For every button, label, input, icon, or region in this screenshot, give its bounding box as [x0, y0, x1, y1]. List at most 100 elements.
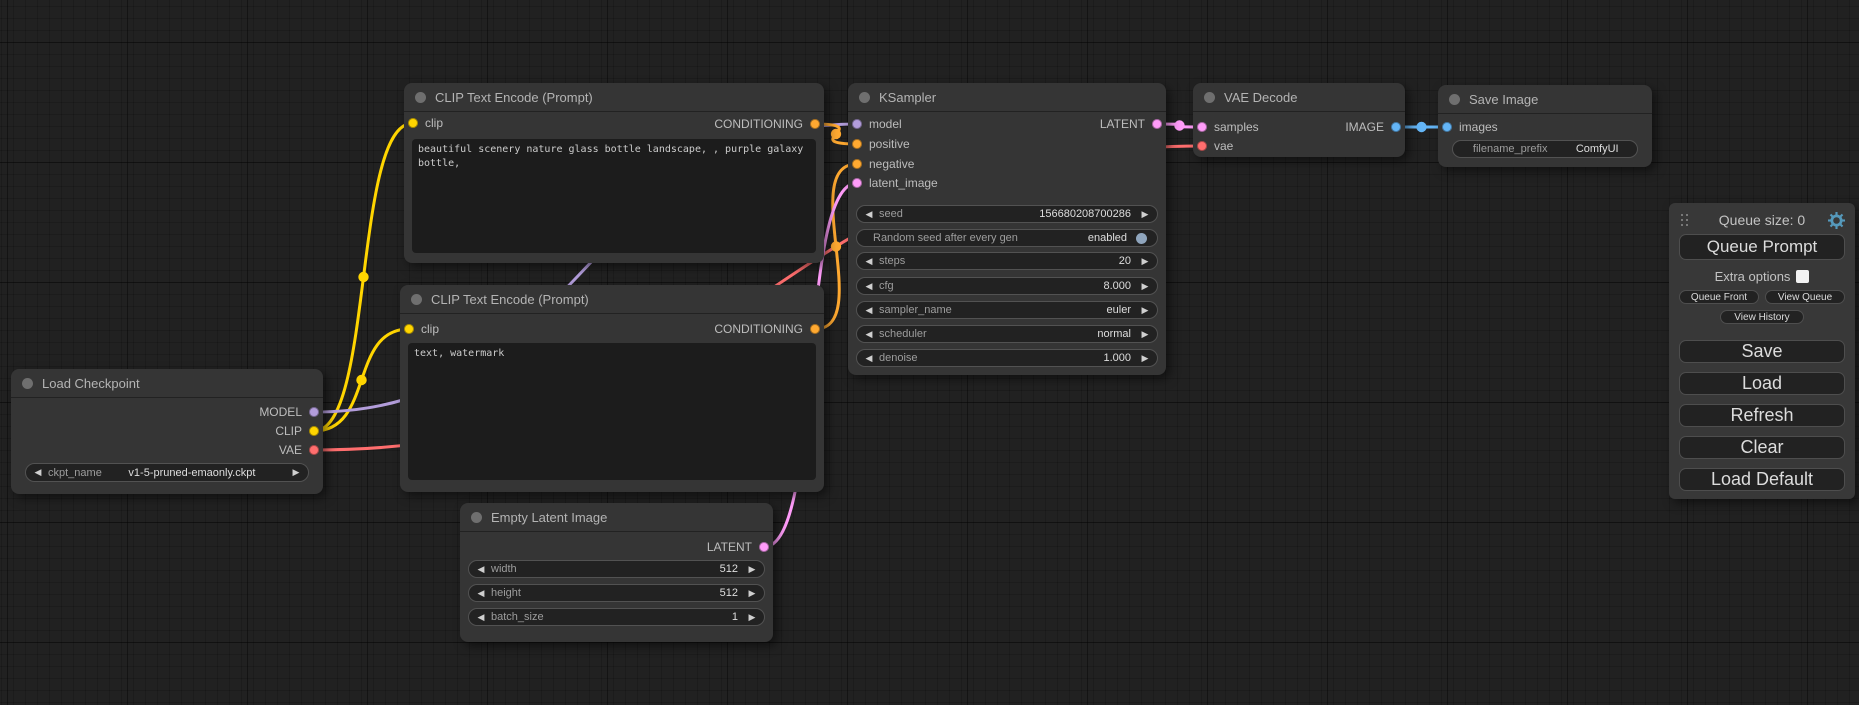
- ckpt-name-widget[interactable]: ◀ ckpt_name v1-5-pruned-emaonly.ckpt ▶: [25, 463, 309, 482]
- conditioning-output-port[interactable]: [810, 324, 820, 334]
- negative-input-port[interactable]: [852, 159, 862, 169]
- extra-options-checkbox[interactable]: [1796, 270, 1809, 283]
- refresh-button[interactable]: Refresh: [1679, 404, 1845, 427]
- input-slot-samples: samples: [1197, 117, 1259, 137]
- node-title-bar[interactable]: CLIP Text Encode (Prompt): [404, 83, 824, 112]
- view-queue-button[interactable]: View Queue: [1765, 290, 1845, 304]
- latent-image-input-port[interactable]: [852, 178, 862, 188]
- vae-input-port[interactable]: [1197, 141, 1207, 151]
- node-ksampler[interactable]: KSampler model positive negative latent_…: [848, 83, 1166, 375]
- slot-label: IMAGE: [1345, 120, 1384, 134]
- collapse-dot-icon[interactable]: [471, 512, 482, 523]
- model-output-port[interactable]: [309, 407, 319, 417]
- sampler-name-widget[interactable]: ◀ sampler_name euler ▶: [856, 301, 1158, 319]
- width-widget[interactable]: ◀ width 512 ▶: [468, 560, 765, 578]
- toggle-dot-icon[interactable]: [1136, 233, 1147, 244]
- decrement-arrow-icon[interactable]: ◀: [862, 257, 876, 266]
- extra-options-label: Extra options: [1715, 269, 1791, 284]
- node-save-image[interactable]: Save Image images filename_prefix ComfyU…: [1438, 85, 1652, 167]
- node-title-bar[interactable]: KSampler: [848, 83, 1166, 112]
- settings-gear-icon[interactable]: [1828, 212, 1845, 229]
- slot-label: clip: [425, 116, 443, 130]
- node-graph-canvas[interactable]: Load Checkpoint MODEL CLIP VAE ◀ ckpt_na…: [0, 0, 1859, 705]
- node-title-bar[interactable]: Save Image: [1438, 85, 1652, 114]
- decrement-arrow-icon[interactable]: ◀: [862, 306, 876, 315]
- increment-arrow-icon[interactable]: ▶: [1138, 306, 1152, 315]
- denoise-widget[interactable]: ◀ denoise 1.000 ▶: [856, 349, 1158, 367]
- slot-label: MODEL: [259, 405, 302, 419]
- scheduler-widget[interactable]: ◀ scheduler normal ▶: [856, 325, 1158, 343]
- batch-size-widget[interactable]: ◀ batch_size 1 ▶: [468, 608, 765, 626]
- view-history-button[interactable]: View History: [1720, 310, 1804, 324]
- node-clip-text-encode-positive[interactable]: CLIP Text Encode (Prompt) clip CONDITION…: [404, 83, 824, 263]
- positive-input-port[interactable]: [852, 139, 862, 149]
- widget-label: seed: [876, 208, 903, 220]
- slot-label: latent_image: [869, 176, 938, 190]
- decrement-arrow-icon[interactable]: ◀: [474, 589, 488, 598]
- node-vae-decode[interactable]: VAE Decode samples vae IMAGE: [1193, 83, 1405, 157]
- widget-label: scheduler: [876, 328, 927, 340]
- link-midpoint-dot: [1174, 120, 1184, 130]
- increment-arrow-icon[interactable]: ▶: [1138, 257, 1152, 266]
- collapse-dot-icon[interactable]: [1449, 94, 1460, 105]
- clear-button[interactable]: Clear: [1679, 436, 1845, 459]
- increment-arrow-icon[interactable]: ▶: [1138, 282, 1152, 291]
- node-title-bar[interactable]: Load Checkpoint: [11, 369, 323, 398]
- prompt-textarea[interactable]: text, watermark: [408, 343, 816, 480]
- increment-arrow-icon[interactable]: ▶: [1138, 354, 1152, 363]
- increment-arrow-icon[interactable]: ▶: [1138, 330, 1152, 339]
- node-empty-latent-image[interactable]: Empty Latent Image LATENT ◀ width 512 ▶ …: [460, 503, 773, 642]
- clip-output-port[interactable]: [309, 426, 319, 436]
- height-widget[interactable]: ◀ height 512 ▶: [468, 584, 765, 602]
- clip-input-port[interactable]: [408, 118, 418, 128]
- collapse-dot-icon[interactable]: [415, 92, 426, 103]
- queue-front-button[interactable]: Queue Front: [1679, 290, 1759, 304]
- image-output-port[interactable]: [1391, 122, 1401, 132]
- save-button[interactable]: Save: [1679, 340, 1845, 363]
- decrement-arrow-icon[interactable]: ◀: [474, 613, 488, 622]
- samples-input-port[interactable]: [1197, 122, 1207, 132]
- output-slot-conditioning: CONDITIONING: [714, 319, 820, 339]
- input-slot-model: model: [852, 114, 902, 134]
- random-seed-toggle-widget[interactable]: Random seed after every gen enabled: [856, 229, 1158, 247]
- clip-input-port[interactable]: [404, 324, 414, 334]
- increment-arrow-icon[interactable]: ▶: [745, 589, 759, 598]
- drag-handle-icon[interactable]: [1681, 214, 1690, 229]
- collapse-dot-icon[interactable]: [411, 294, 422, 305]
- steps-widget[interactable]: ◀ steps 20 ▶: [856, 252, 1158, 270]
- node-clip-text-encode-negative[interactable]: CLIP Text Encode (Prompt) clip CONDITION…: [400, 285, 824, 492]
- images-input-port[interactable]: [1442, 122, 1452, 132]
- decrement-arrow-icon[interactable]: ◀: [31, 468, 45, 477]
- decrement-arrow-icon[interactable]: ◀: [862, 210, 876, 219]
- filename-prefix-widget[interactable]: filename_prefix ComfyUI: [1452, 140, 1638, 158]
- node-title: KSampler: [879, 90, 936, 105]
- node-title-bar[interactable]: CLIP Text Encode (Prompt): [400, 285, 824, 314]
- increment-arrow-icon[interactable]: ▶: [289, 468, 303, 477]
- node-title-bar[interactable]: Empty Latent Image: [460, 503, 773, 532]
- vae-output-port[interactable]: [309, 445, 319, 455]
- seed-widget[interactable]: ◀ seed 156680208700286 ▶: [856, 205, 1158, 223]
- increment-arrow-icon[interactable]: ▶: [745, 565, 759, 574]
- collapse-dot-icon[interactable]: [22, 378, 33, 389]
- increment-arrow-icon[interactable]: ▶: [745, 613, 759, 622]
- load-default-button[interactable]: Load Default: [1679, 468, 1845, 491]
- latent-output-port[interactable]: [1152, 119, 1162, 129]
- load-button[interactable]: Load: [1679, 372, 1845, 395]
- slot-label: LATENT: [707, 540, 752, 554]
- cfg-widget[interactable]: ◀ cfg 8.000 ▶: [856, 277, 1158, 295]
- collapse-dot-icon[interactable]: [859, 92, 870, 103]
- node-title-bar[interactable]: VAE Decode: [1193, 83, 1405, 112]
- conditioning-output-port[interactable]: [810, 119, 820, 129]
- decrement-arrow-icon[interactable]: ◀: [862, 330, 876, 339]
- decrement-arrow-icon[interactable]: ◀: [862, 282, 876, 291]
- increment-arrow-icon[interactable]: ▶: [1138, 210, 1152, 219]
- widget-label: sampler_name: [876, 304, 952, 316]
- node-load-checkpoint[interactable]: Load Checkpoint MODEL CLIP VAE ◀ ckpt_na…: [11, 369, 323, 494]
- decrement-arrow-icon[interactable]: ◀: [862, 354, 876, 363]
- prompt-textarea[interactable]: beautiful scenery nature glass bottle la…: [412, 139, 816, 253]
- model-input-port[interactable]: [852, 119, 862, 129]
- decrement-arrow-icon[interactable]: ◀: [474, 565, 488, 574]
- collapse-dot-icon[interactable]: [1204, 92, 1215, 103]
- queue-prompt-button[interactable]: Queue Prompt: [1679, 234, 1845, 260]
- latent-output-port[interactable]: [759, 542, 769, 552]
